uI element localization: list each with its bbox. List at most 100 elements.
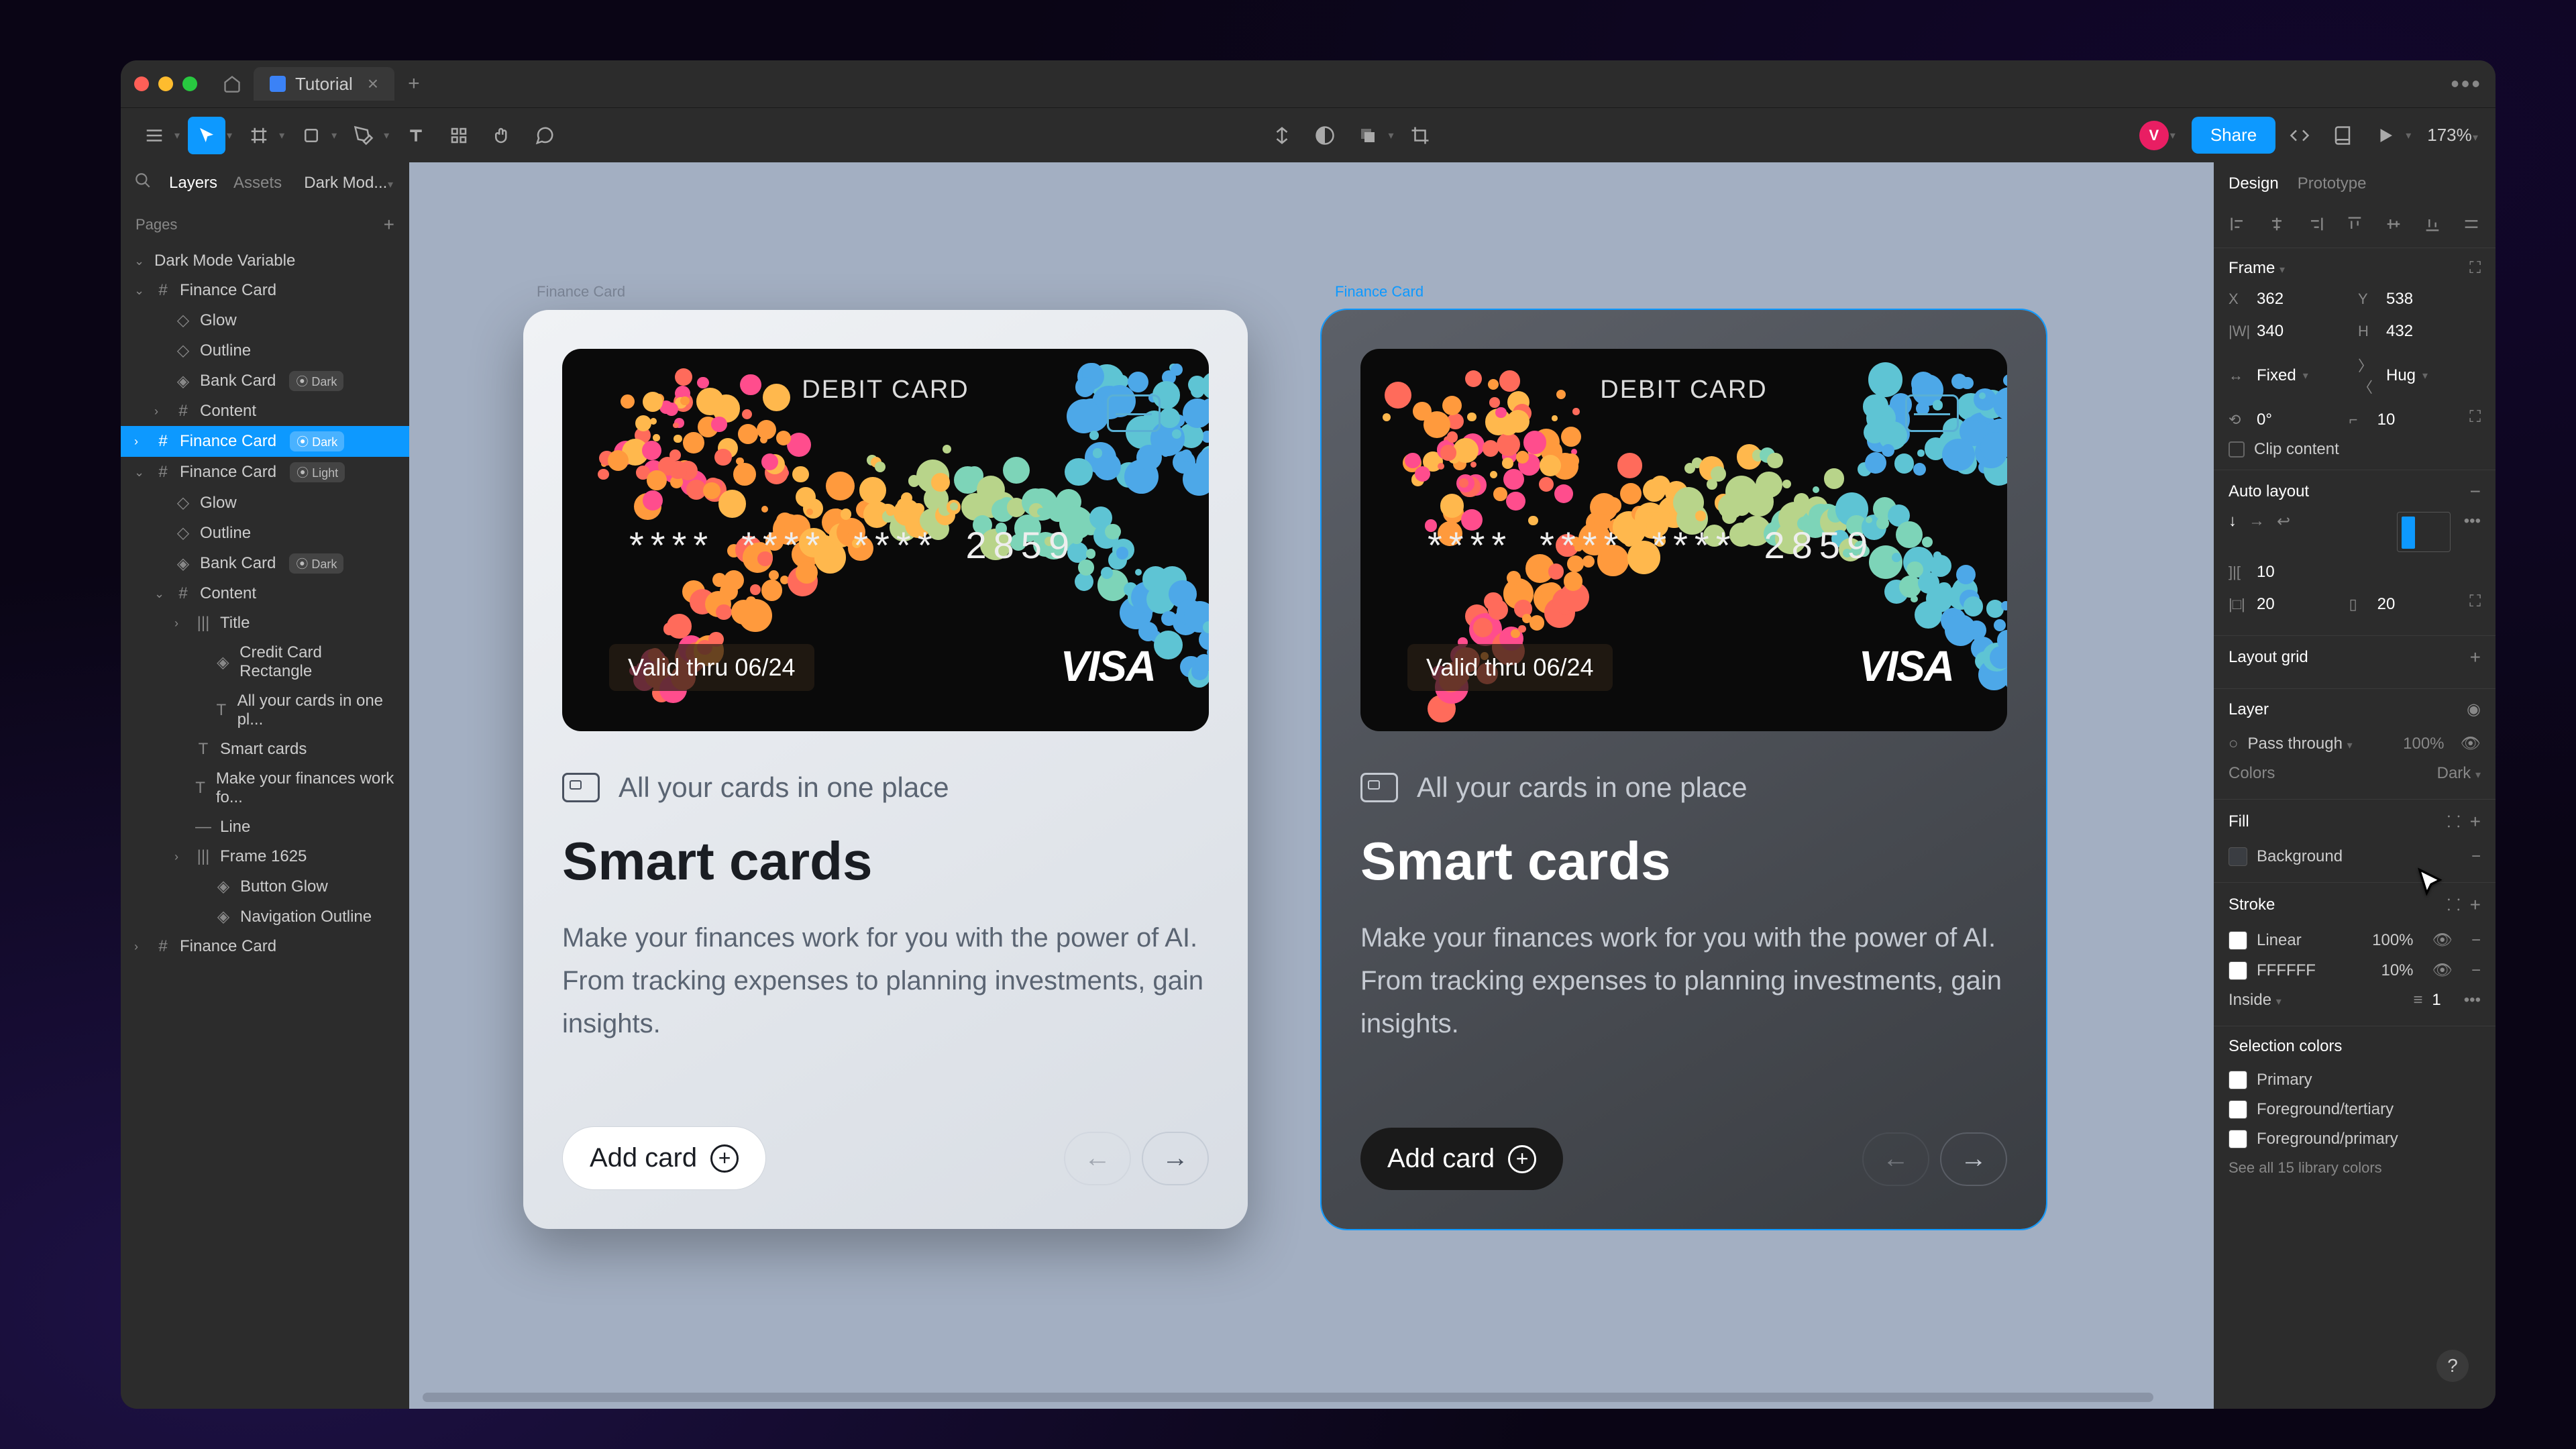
prev-arrow-button[interactable]: ← <box>1862 1132 1929 1186</box>
frame-label[interactable]: Finance Card <box>537 283 625 301</box>
mask-tool[interactable] <box>1349 117 1387 154</box>
layer-item[interactable]: ⌄#Finance Card⦿ Light <box>121 457 409 488</box>
fill-item[interactable]: Background − <box>2229 842 2481 871</box>
move-tool[interactable] <box>188 117 225 154</box>
new-tab-button[interactable]: + <box>408 72 420 95</box>
maximize-window-button[interactable] <box>182 76 197 91</box>
layer-item[interactable]: ◈Button Glow <box>121 871 409 902</box>
layer-settings-icon[interactable]: ◉ <box>2467 700 2481 719</box>
layer-item[interactable]: ◈Credit Card Rectangle <box>121 638 409 686</box>
user-avatar[interactable]: V <box>2139 121 2169 150</box>
stroke-item[interactable]: FFFFFF10%👁− <box>2229 955 2481 985</box>
opacity-input[interactable]: 100% <box>2403 735 2444 753</box>
layer-item[interactable]: —Line <box>121 812 409 842</box>
fill-styles-button[interactable]: ⸬ <box>2447 810 2461 833</box>
prev-arrow-button[interactable]: ← <box>1064 1132 1131 1185</box>
padding-v-input[interactable]: ▯20 <box>2349 592 2463 616</box>
radius-input[interactable]: ⌐10 <box>2349 408 2463 432</box>
crop-tool[interactable] <box>1401 117 1439 154</box>
layer-item[interactable]: ›#Content <box>121 396 409 426</box>
align-right-button[interactable] <box>2306 215 2325 238</box>
dev-mode-button[interactable] <box>2281 117 2318 154</box>
design-tab[interactable]: Design <box>2229 174 2279 193</box>
help-button[interactable]: ? <box>2436 1350 2469 1382</box>
layer-item[interactable]: ◈Bank Card⦿ Dark <box>121 548 409 579</box>
section-title[interactable]: Frame ▾ <box>2229 259 2285 278</box>
finance-card-dark[interactable]: DEBIT CARD ************2859 Valid thru 0… <box>1322 310 2046 1229</box>
add-layout-grid-button[interactable]: + <box>2470 647 2481 668</box>
see-all-colors-link[interactable]: See all 15 library colors <box>2229 1154 2481 1177</box>
text-tool[interactable] <box>397 117 435 154</box>
width-input[interactable]: |W|340 <box>2229 319 2351 343</box>
present-button[interactable] <box>2367 117 2404 154</box>
search-icon[interactable] <box>134 172 153 194</box>
add-card-button[interactable]: Add card + <box>1360 1128 1563 1190</box>
align-hcenter-button[interactable] <box>2267 215 2286 238</box>
contrast-tool[interactable] <box>1306 117 1344 154</box>
hand-tool[interactable] <box>483 117 521 154</box>
selection-color-item[interactable]: Primary <box>2229 1065 2481 1095</box>
layer-item[interactable]: ◇Glow <box>121 305 409 335</box>
stroke-styles-button[interactable]: ⸬ <box>2447 894 2461 916</box>
add-card-button[interactable]: Add card + <box>562 1126 766 1190</box>
layer-item[interactable]: ›|||Frame 1625 <box>121 842 409 871</box>
prototype-tab[interactable]: Prototype <box>2298 174 2367 193</box>
home-button[interactable] <box>217 69 247 99</box>
layer-item[interactable]: ◈Bank Card⦿ Dark <box>121 366 409 396</box>
comment-tool[interactable] <box>526 117 564 154</box>
width-mode-select[interactable]: ↔Fixed▾ <box>2229 352 2351 400</box>
remove-autolayout-button[interactable]: − <box>2470 481 2481 502</box>
page-selector[interactable]: Dark Mod... ▾ <box>304 174 396 193</box>
share-button[interactable]: Share <box>2192 117 2275 154</box>
rotation-input[interactable]: ⟲0° <box>2229 408 2343 432</box>
frame-label-selected[interactable]: Finance Card <box>1335 283 1424 301</box>
independent-padding-button[interactable]: ⛶ <box>2469 592 2481 616</box>
add-page-button[interactable]: + <box>384 214 394 235</box>
blend-mode-select[interactable]: Pass through ▾ <box>2248 735 2353 753</box>
horizontal-scrollbar[interactable] <box>423 1393 2153 1402</box>
layer-item[interactable]: ⌄#Finance Card <box>121 276 409 305</box>
layer-item[interactable]: ◈Navigation Outline <box>121 902 409 932</box>
resources-tool[interactable] <box>440 117 478 154</box>
wrap-direction-button[interactable]: ↩ <box>2277 512 2290 552</box>
align-bottom-button[interactable] <box>2423 215 2442 238</box>
pen-tool[interactable] <box>345 117 382 154</box>
layer-item[interactable]: TSmart cards <box>121 735 409 764</box>
next-arrow-button[interactable]: → <box>1940 1132 2007 1186</box>
pages-section-header[interactable]: Pages + <box>121 203 409 246</box>
visibility-icon[interactable]: 👁 <box>2461 734 2481 753</box>
horizontal-direction-button[interactable]: → <box>2249 512 2265 552</box>
distribute-button[interactable] <box>2462 215 2481 238</box>
page-item[interactable]: ⌄ Dark Mode Variable <box>121 246 409 276</box>
layer-item[interactable]: ◇Glow <box>121 488 409 518</box>
resize-to-fit-icon[interactable]: ⛶ <box>2469 259 2481 278</box>
layer-item[interactable]: ⌄#Content <box>121 579 409 608</box>
stroke-position-select[interactable]: Inside ▾ <box>2229 991 2282 1010</box>
stroke-weight-input[interactable]: 1 <box>2432 991 2440 1010</box>
padding-h-input[interactable]: |□|20 <box>2229 592 2343 616</box>
align-left-button[interactable] <box>2229 215 2247 238</box>
finance-card-light[interactable]: DEBIT CARD ************2859 Valid thru 0… <box>523 310 1248 1229</box>
remove-fill-button[interactable]: − <box>2471 847 2481 866</box>
color-mode-select[interactable]: Dark ▾ <box>2437 764 2481 783</box>
layer-item[interactable]: TMake your finances work fo... <box>121 764 409 812</box>
app-menu-button[interactable]: ••• <box>2451 70 2482 98</box>
add-fill-button[interactable]: + <box>2470 811 2481 833</box>
independent-corners-button[interactable]: ⛶ <box>2469 408 2481 432</box>
alignment-grid[interactable] <box>2397 512 2451 552</box>
shape-tool[interactable] <box>292 117 330 154</box>
layer-item[interactable]: ◇Outline <box>121 518 409 548</box>
gap-input[interactable]: ]|[10 <box>2229 560 2481 584</box>
close-tab-button[interactable]: × <box>368 73 378 95</box>
file-tab[interactable]: Tutorial × <box>254 67 394 101</box>
autolayout-more-button[interactable]: ••• <box>2464 512 2481 552</box>
layer-item[interactable]: ◇Outline <box>121 335 409 366</box>
layer-item[interactable]: ›#Finance Card⦿ Dark <box>121 426 409 457</box>
layer-item[interactable]: ›|||Title <box>121 608 409 638</box>
main-menu-button[interactable] <box>136 117 173 154</box>
layers-tab[interactable]: Layers <box>169 174 217 193</box>
selection-color-item[interactable]: Foreground/primary <box>2229 1124 2481 1154</box>
stroke-item[interactable]: Linear100%👁− <box>2229 925 2481 955</box>
canvas[interactable]: Finance Card Finance Card DEBIT CARD ***… <box>409 162 2214 1409</box>
y-input[interactable]: Y538 <box>2358 287 2481 311</box>
